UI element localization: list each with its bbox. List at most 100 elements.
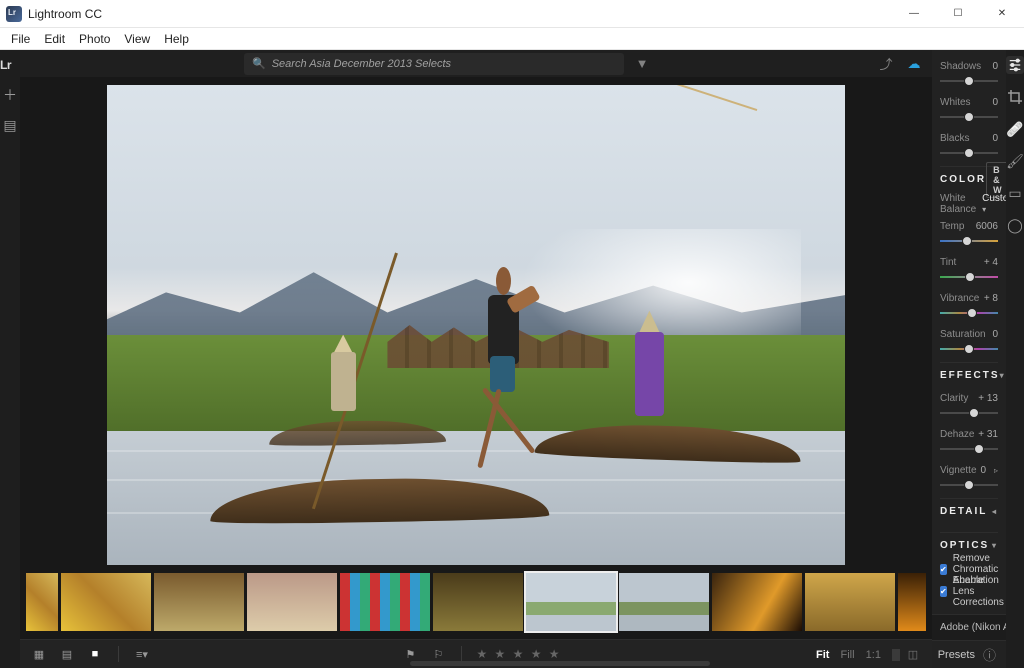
saturation-value: 0 xyxy=(992,329,998,340)
left-rail: Lr ＋ ▤ xyxy=(0,50,20,668)
vibrance-label: Vibrance xyxy=(940,293,979,304)
healing-brush-icon[interactable]: 🩹 xyxy=(1006,120,1024,138)
vibrance-slider[interactable] xyxy=(940,308,998,318)
thumbnail[interactable] xyxy=(712,573,802,631)
thumbnail[interactable] xyxy=(154,573,244,631)
white-balance-dropdown[interactable]: Custom ▾ xyxy=(982,193,1006,215)
blacks-value: 0 xyxy=(992,133,998,144)
whites-value: 0 xyxy=(992,97,998,108)
menu-help[interactable]: Help xyxy=(157,29,196,49)
chevron-right-icon[interactable]: ▹ xyxy=(994,466,998,475)
edit-sliders-icon[interactable] xyxy=(1006,56,1024,74)
dehaze-slider[interactable] xyxy=(940,444,998,454)
clarity-label: Clarity xyxy=(940,393,968,404)
search-input[interactable]: 🔍 Search Asia December 2013 Selects xyxy=(244,53,624,75)
chevron-left-icon: ◂ xyxy=(992,507,998,516)
flag-reject-icon[interactable]: ⚐ xyxy=(429,647,447,661)
menubar: File Edit Photo View Help xyxy=(0,28,1024,50)
menu-file[interactable]: File xyxy=(4,29,37,49)
vignette-slider[interactable] xyxy=(940,480,998,490)
flag-pick-icon[interactable]: ⚑ xyxy=(401,647,419,661)
check-icon: ✔ xyxy=(940,564,947,575)
rating-stars[interactable]: ★ ★ ★ ★ ★ xyxy=(476,647,561,661)
window-titlebar: Lightroom CC — ☐ ✕ xyxy=(0,0,1024,28)
cloud-sync-icon[interactable]: ☁ xyxy=(904,56,924,72)
zoom-1to1[interactable]: 1:1 xyxy=(862,649,885,661)
saturation-slider[interactable] xyxy=(940,344,998,354)
filter-icon[interactable]: ▼ xyxy=(632,56,652,71)
crop-icon[interactable] xyxy=(1006,88,1024,106)
share-icon[interactable]: ⤴ xyxy=(876,54,896,73)
clarity-value: + 13 xyxy=(978,393,998,404)
thumbnail[interactable] xyxy=(61,573,151,631)
chevron-down-icon: ▾ xyxy=(1000,371,1006,380)
lens-profile-label[interactable]: Adobe (Nikon AF-S NIKKOR 70-200... xyxy=(932,614,1006,640)
whites-label: Whites xyxy=(940,97,971,108)
clarity-slider[interactable] xyxy=(940,408,998,418)
thumbnail[interactable] xyxy=(340,573,430,631)
color-section-header[interactable]: COLOR B & W xyxy=(940,166,998,192)
shadows-label: Shadows xyxy=(940,61,981,72)
info-icon[interactable]: ⓘ xyxy=(983,645,996,664)
menu-photo[interactable]: Photo xyxy=(72,29,117,49)
tint-slider[interactable] xyxy=(940,272,998,282)
vignette-value: 0 xyxy=(980,465,986,476)
topbar: 🔍 Search Asia December 2013 Selects ▼ ⤴ … xyxy=(20,50,932,77)
thumbnail[interactable] xyxy=(898,573,926,631)
enable-lens-checkbox[interactable]: ✔ Enable Lens Corrections ▾ xyxy=(940,580,998,602)
search-placeholder: Search Asia December 2013 Selects xyxy=(272,58,451,70)
thumbnail[interactable] xyxy=(805,573,895,631)
filmstrip[interactable] xyxy=(20,569,932,639)
edit-panel: Shadows 0 Whites 0 Blacks 0 COLOR B & W Whi… xyxy=(932,50,1006,668)
tint-value: + 4 xyxy=(984,257,998,268)
presets-button[interactable]: Presets ⓘ xyxy=(932,640,1006,668)
tint-label: Tint xyxy=(940,257,956,268)
menu-view[interactable]: View xyxy=(117,29,157,49)
blacks-slider[interactable] xyxy=(940,148,998,158)
window-maximize-button[interactable]: ☐ xyxy=(936,0,980,28)
zoom-controls: Fit Fill 1:1 ◫ xyxy=(812,647,922,661)
app-logo-icon xyxy=(6,6,22,22)
temp-slider[interactable] xyxy=(940,236,998,246)
effects-section-header[interactable]: EFFECTS▾ xyxy=(940,362,998,388)
saturation-label: Saturation xyxy=(940,329,986,340)
temp-label: Temp xyxy=(940,221,964,232)
shadows-value: 0 xyxy=(992,61,998,72)
white-balance-label: White Balance xyxy=(940,193,976,215)
whites-slider[interactable] xyxy=(940,112,998,122)
check-icon: ✔ xyxy=(940,586,947,597)
linear-gradient-icon[interactable]: ▭ xyxy=(1006,184,1024,202)
detail-view-icon[interactable]: ■ xyxy=(86,647,104,661)
main-photo xyxy=(107,85,845,565)
zoom-panel-icon[interactable]: ◫ xyxy=(904,647,922,661)
chevron-down-icon: ▾ xyxy=(992,541,998,550)
thumbnail-selected[interactable] xyxy=(526,573,616,631)
right-tool-rail: 🩹 🖌 ▭ ◯ xyxy=(1006,50,1024,668)
add-photos-button[interactable]: ＋ xyxy=(1,86,19,104)
square-grid-icon[interactable]: ▤ xyxy=(58,647,76,661)
thumbnail[interactable] xyxy=(619,573,709,631)
menu-edit[interactable]: Edit xyxy=(37,29,72,49)
brush-icon[interactable]: 🖌 xyxy=(1006,152,1024,170)
blacks-label: Blacks xyxy=(940,133,969,144)
thumbnail[interactable] xyxy=(26,573,58,631)
temp-value: 6006 xyxy=(976,221,998,232)
detail-section-header[interactable]: DETAIL◂ xyxy=(940,498,998,524)
image-viewer[interactable] xyxy=(20,77,932,569)
radial-gradient-icon[interactable]: ◯ xyxy=(1006,216,1024,234)
lightroom-logo-icon: Lr xyxy=(0,56,20,74)
my-photos-button[interactable]: ▤ xyxy=(1,116,19,134)
window-title: Lightroom CC xyxy=(28,7,102,21)
shadows-slider[interactable] xyxy=(940,76,998,86)
grid-view-icon[interactable]: ▦ xyxy=(30,647,48,661)
vibrance-value: + 8 xyxy=(984,293,998,304)
sort-icon[interactable]: ≡▾ xyxy=(133,647,151,661)
zoom-fit[interactable]: Fit xyxy=(812,649,833,661)
window-close-button[interactable]: ✕ xyxy=(980,0,1024,28)
thumbnail[interactable] xyxy=(433,573,523,631)
vignette-label: Vignette xyxy=(940,465,977,476)
thumbnail[interactable] xyxy=(247,573,337,631)
zoom-fill[interactable]: Fill xyxy=(837,649,859,661)
window-minimize-button[interactable]: — xyxy=(892,0,936,28)
dehaze-value: + 31 xyxy=(978,429,998,440)
